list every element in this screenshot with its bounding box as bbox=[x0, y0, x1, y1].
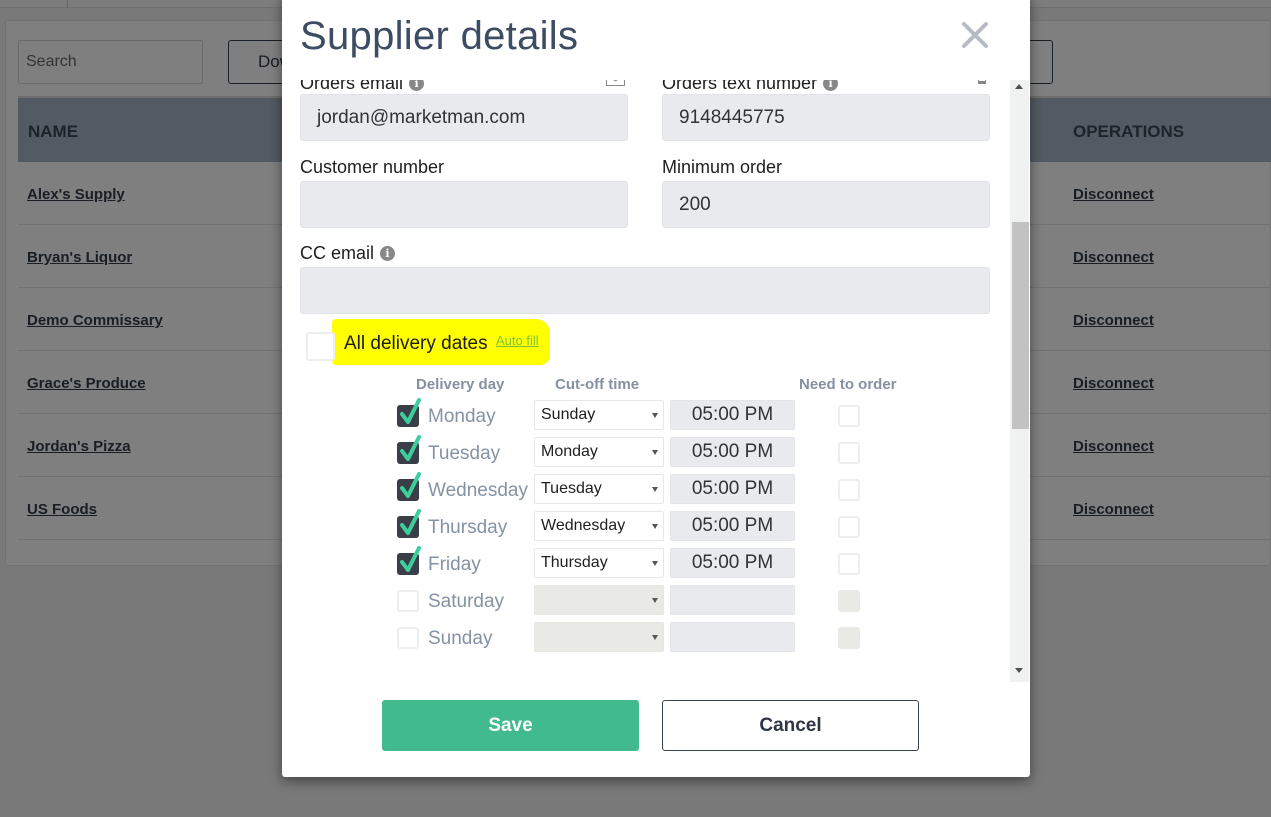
cutoff-time-input[interactable] bbox=[670, 622, 795, 652]
delivery-day-row: Wednesday Tuesday 05:00 PM bbox=[282, 472, 1010, 509]
delivery-day-checkbox[interactable] bbox=[397, 435, 421, 464]
delivery-day-row: Sunday bbox=[282, 620, 1010, 657]
cutoff-day-value: Sunday bbox=[541, 406, 596, 423]
envelope-icon bbox=[606, 80, 625, 86]
checkmark-icon bbox=[400, 472, 421, 498]
cutoff-day-select[interactable]: Wednesday bbox=[534, 511, 664, 541]
modal-title: Supplier details bbox=[300, 14, 579, 58]
delivery-day-checkbox[interactable] bbox=[397, 509, 421, 538]
info-icon[interactable]: i bbox=[823, 80, 839, 91]
all-delivery-dates-checkbox[interactable] bbox=[306, 332, 335, 361]
orders-email-label-text: Orders email bbox=[300, 80, 404, 93]
delivery-day-row: Friday Thursday 05:00 PM bbox=[282, 546, 1010, 583]
dropdown-caret-icon bbox=[652, 524, 658, 529]
cc-email-label: CC email i bbox=[300, 243, 396, 264]
need-to-order-checkbox[interactable] bbox=[838, 442, 860, 464]
column-header-cutoff-time: Cut-off time bbox=[555, 376, 640, 393]
orders-text-number-input[interactable]: 9148445775 bbox=[662, 94, 990, 141]
all-delivery-dates-label: All delivery dates bbox=[344, 333, 488, 354]
cutoff-day-value: Thursday bbox=[541, 554, 608, 571]
cutoff-day-value: Monday bbox=[541, 443, 598, 460]
dropdown-caret-icon bbox=[652, 635, 658, 640]
need-to-order-checkbox[interactable] bbox=[838, 516, 860, 538]
supplier-details-modal: Supplier details Orders email i jordan@m… bbox=[282, 0, 1030, 777]
cutoff-time-input[interactable]: 05:00 PM bbox=[670, 548, 795, 578]
minimum-order-input[interactable]: 200 bbox=[662, 181, 990, 228]
auto-fill-link[interactable]: Auto fill bbox=[496, 333, 539, 348]
orders-text-number-label: Orders text number i bbox=[662, 80, 839, 94]
modal-body: Orders email i jordan@marketman.com Orde… bbox=[282, 80, 1030, 682]
delivery-day-label: Friday bbox=[428, 554, 481, 575]
minimum-order-label: Minimum order bbox=[662, 157, 782, 178]
customer-number-input[interactable] bbox=[300, 181, 628, 228]
cutoff-day-select[interactable]: Sunday bbox=[534, 400, 664, 430]
delivery-day-row: Monday Sunday 05:00 PM bbox=[282, 398, 1010, 435]
minimum-order-label-text: Minimum order bbox=[662, 157, 783, 177]
need-to-order-checkbox[interactable] bbox=[838, 590, 860, 612]
delivery-day-label: Wednesday bbox=[428, 480, 528, 501]
dropdown-caret-icon bbox=[652, 561, 658, 566]
delivery-day-label: Sunday bbox=[428, 628, 493, 649]
modal-scrollbar[interactable] bbox=[1010, 80, 1029, 682]
dropdown-caret-icon bbox=[652, 598, 658, 603]
need-to-order-checkbox[interactable] bbox=[838, 405, 860, 427]
column-header-need-to-order: Need to order bbox=[799, 376, 897, 393]
checkmark-icon bbox=[400, 546, 421, 572]
phone-icon bbox=[978, 80, 986, 84]
cutoff-day-value: Wednesday bbox=[541, 517, 626, 534]
dropdown-caret-icon bbox=[652, 487, 658, 492]
delivery-day-checkbox[interactable] bbox=[397, 627, 419, 649]
delivery-day-row: Tuesday Monday 05:00 PM bbox=[282, 435, 1010, 472]
cc-email-label-text: CC email bbox=[300, 243, 375, 263]
cutoff-time-input[interactable]: 05:00 PM bbox=[670, 437, 795, 467]
cutoff-time-input[interactable]: 05:00 PM bbox=[670, 511, 795, 541]
cutoff-day-value: Tuesday bbox=[541, 480, 602, 497]
customer-number-label-text: Customer number bbox=[300, 157, 445, 177]
cutoff-day-select[interactable] bbox=[534, 585, 664, 615]
delivery-day-row: Saturday bbox=[282, 583, 1010, 620]
delivery-day-checkbox[interactable] bbox=[397, 472, 421, 501]
scroll-down-arrow-icon[interactable] bbox=[1015, 668, 1023, 673]
cutoff-day-select[interactable] bbox=[534, 622, 664, 652]
column-header-delivery-day: Delivery day bbox=[416, 376, 505, 393]
orders-email-input[interactable]: jordan@marketman.com bbox=[300, 94, 628, 141]
dropdown-caret-icon bbox=[652, 413, 658, 418]
delivery-day-row: Thursday Wednesday 05:00 PM bbox=[282, 509, 1010, 546]
delivery-day-checkbox[interactable] bbox=[397, 546, 421, 575]
cutoff-day-select[interactable]: Monday bbox=[534, 437, 664, 467]
cutoff-time-input[interactable]: 05:00 PM bbox=[670, 474, 795, 504]
cutoff-day-select[interactable]: Thursday bbox=[534, 548, 664, 578]
delivery-day-checkbox[interactable] bbox=[397, 590, 419, 612]
customer-number-label: Customer number bbox=[300, 157, 444, 178]
close-icon bbox=[962, 22, 988, 48]
info-icon[interactable]: i bbox=[380, 246, 396, 261]
dropdown-caret-icon bbox=[652, 450, 658, 455]
checkmark-icon bbox=[400, 398, 421, 424]
cutoff-day-select[interactable]: Tuesday bbox=[534, 474, 664, 504]
scroll-up-arrow-icon[interactable] bbox=[1015, 84, 1023, 89]
cancel-button[interactable]: Cancel bbox=[662, 700, 919, 751]
orders-text-number-label-text: Orders text number bbox=[662, 80, 818, 93]
need-to-order-checkbox[interactable] bbox=[838, 479, 860, 501]
cc-email-input[interactable] bbox=[300, 267, 990, 314]
need-to-order-checkbox[interactable] bbox=[838, 627, 860, 649]
cutoff-time-input[interactable]: 05:00 PM bbox=[670, 400, 795, 430]
cutoff-time-input[interactable] bbox=[670, 585, 795, 615]
scrollbar-thumb[interactable] bbox=[1012, 222, 1029, 429]
checkmark-icon bbox=[400, 435, 421, 461]
close-button[interactable] bbox=[960, 20, 990, 50]
info-icon[interactable]: i bbox=[409, 80, 425, 91]
delivery-day-label: Tuesday bbox=[428, 443, 501, 464]
delivery-day-label: Saturday bbox=[428, 591, 505, 612]
need-to-order-checkbox[interactable] bbox=[838, 553, 860, 575]
checkmark-icon bbox=[400, 509, 421, 535]
delivery-day-checkbox[interactable] bbox=[397, 398, 421, 427]
delivery-day-label: Monday bbox=[428, 406, 496, 427]
orders-email-label: Orders email i bbox=[300, 80, 425, 94]
save-button[interactable]: Save bbox=[382, 700, 639, 751]
delivery-day-label: Thursday bbox=[428, 517, 508, 538]
